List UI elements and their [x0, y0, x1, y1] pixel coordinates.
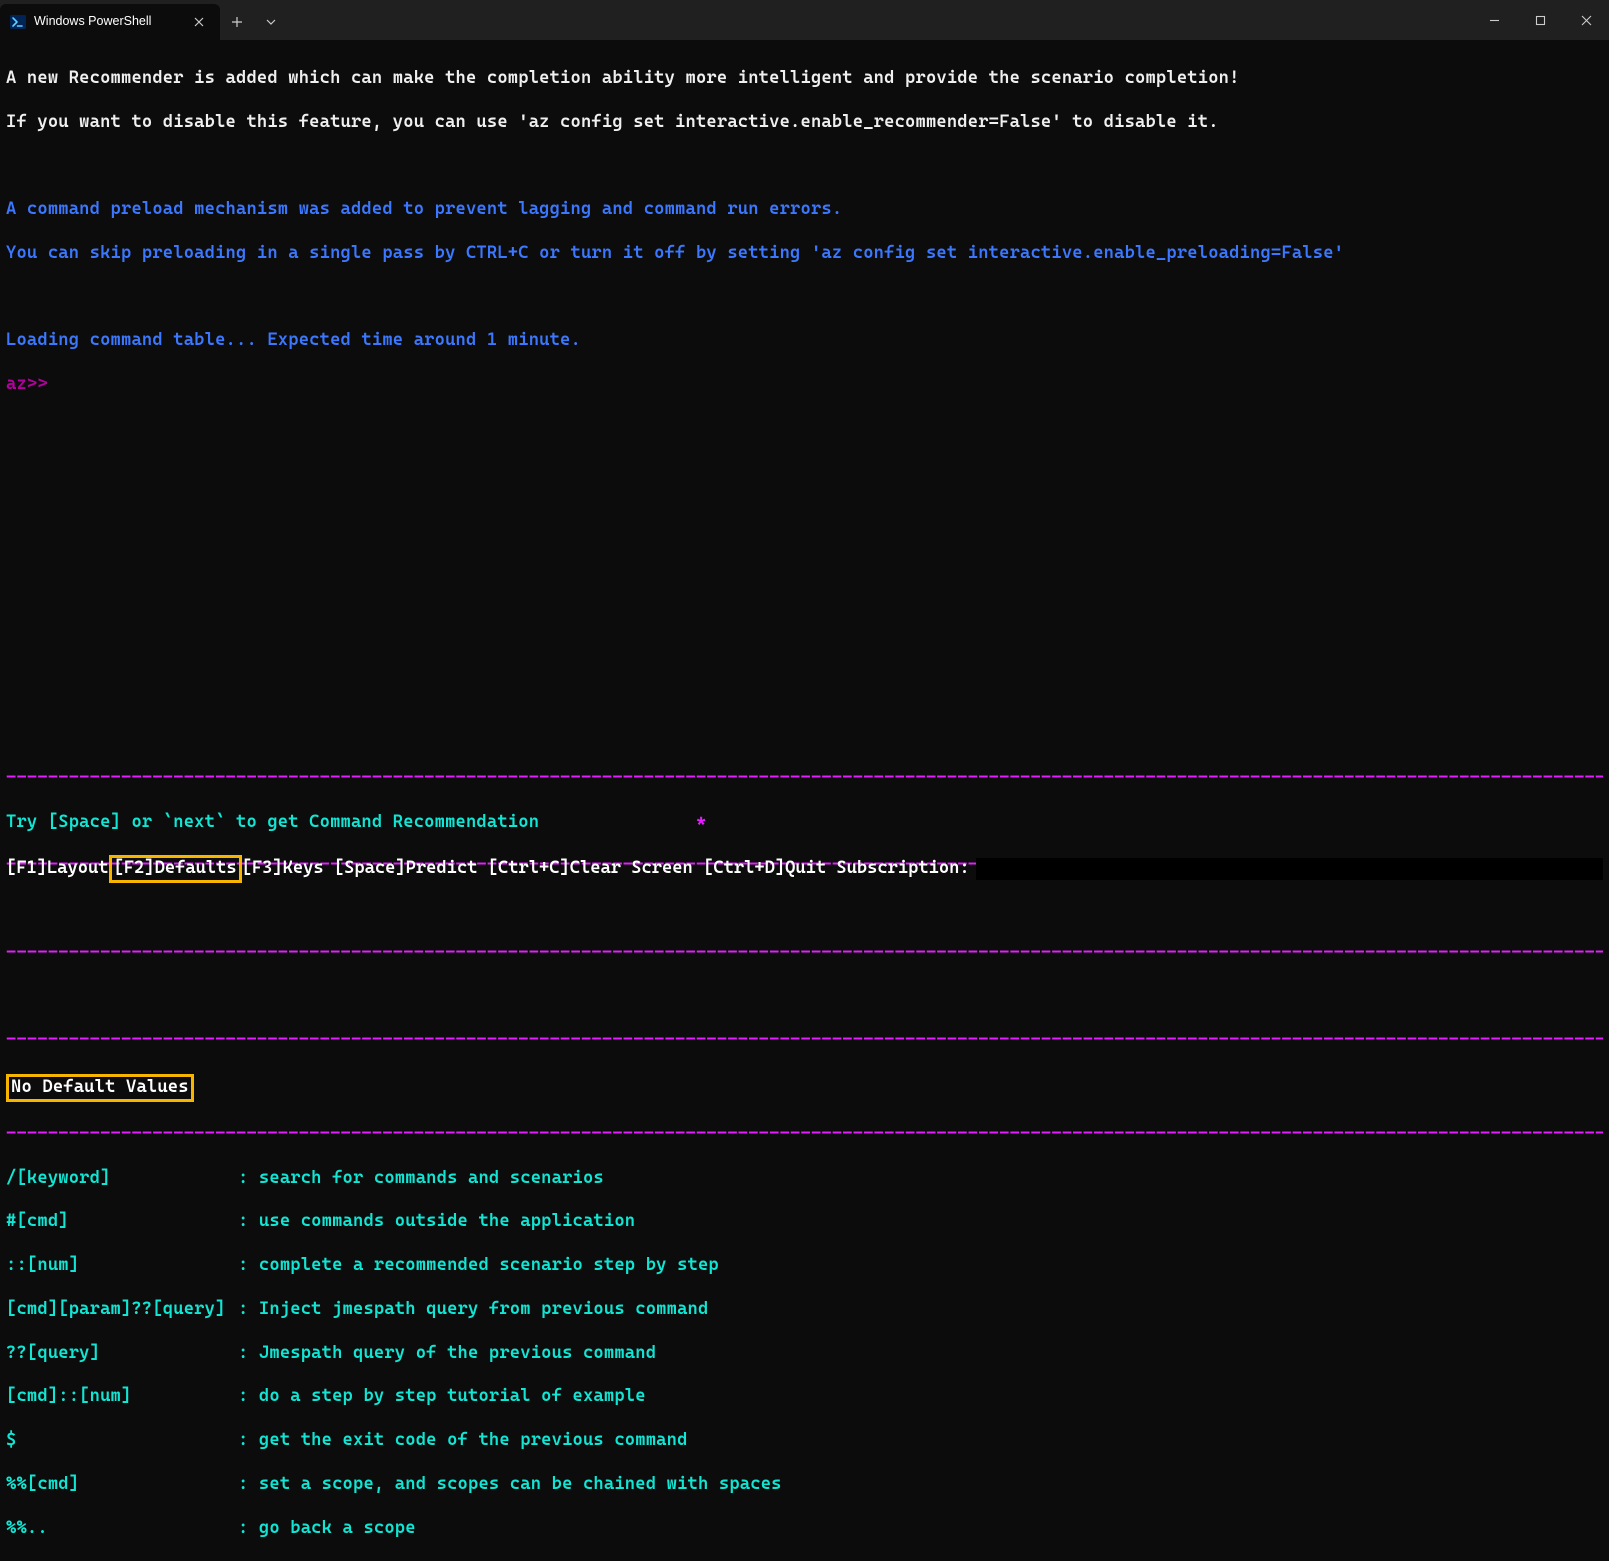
help-key: $: [6, 1430, 238, 1452]
help-key: ??[query]: [6, 1343, 238, 1365]
help-key: [cmd][param]??[query]: [6, 1299, 238, 1321]
help-row: $: get the exit code of the previous com…: [6, 1430, 1603, 1452]
help-row: #[cmd]: use commands outside the applica…: [6, 1211, 1603, 1233]
ctrl-c-clear[interactable]: [Ctrl+C]Clear Screen: [488, 858, 693, 880]
prompt: az>>: [6, 374, 1603, 396]
help-row: [cmd][param]??[query]: Inject jmespath q…: [6, 1299, 1603, 1321]
blank-line: [6, 155, 1603, 177]
tab-title: Windows PowerShell: [34, 14, 182, 30]
ctrl-d-quit[interactable]: [Ctrl+D]Quit: [703, 858, 826, 880]
output-line: If you want to disable this feature, you…: [6, 112, 1603, 134]
new-tab-button[interactable]: [220, 4, 254, 40]
window-controls: [1471, 0, 1609, 40]
separator: ----------------------------------------…: [6, 768, 1603, 790]
help-desc: : go back a scope: [238, 1518, 416, 1540]
blank-line: [6, 987, 1603, 1009]
blank-line: [6, 462, 1603, 484]
help-key: #[cmd]: [6, 1211, 238, 1233]
help-desc: : use commands outside the application: [238, 1211, 635, 1233]
tab-dropdown-button[interactable]: [254, 4, 288, 40]
help-row: ??[query]: Jmespath query of the previou…: [6, 1343, 1603, 1365]
f3-keys[interactable]: [F3]Keys: [242, 858, 324, 880]
help-key: ::[num]: [6, 1255, 238, 1277]
help-desc: : set a scope, and scopes can be chained…: [238, 1474, 782, 1496]
titlebar: Windows PowerShell: [0, 0, 1609, 40]
defaults-panel: No Default Values: [6, 1074, 1603, 1102]
help-row: %%[cmd]: set a scope, and scopes can be …: [6, 1474, 1603, 1496]
subscription-value: [976, 858, 1603, 880]
separator: ----------------------------------------…: [6, 1030, 1603, 1052]
help-key: %%[cmd]: [6, 1474, 238, 1496]
help-desc: : search for commands and scenarios: [238, 1168, 604, 1190]
blank-line: [6, 724, 1603, 746]
space-predict[interactable]: [Space]Predict: [334, 858, 478, 880]
hint-line: Try [Space] or `next` to get Command Rec…: [6, 812, 1603, 834]
output-line: You can skip preloading in a single pass…: [6, 243, 1603, 265]
help-desc: : complete a recommended scenario step b…: [238, 1255, 719, 1277]
help-key: %%..: [6, 1518, 238, 1540]
star-icon: *: [696, 812, 706, 832]
output-line: A command preload mechanism was added to…: [6, 199, 1603, 221]
blank-line: [6, 505, 1603, 527]
minimize-button[interactable]: [1471, 0, 1517, 40]
close-button[interactable]: [1563, 0, 1609, 40]
f2-defaults-highlight[interactable]: [F2]Defaults: [109, 855, 242, 883]
help-desc: : Jmespath query of the previous command: [238, 1343, 656, 1365]
no-default-values-highlight: No Default Values: [6, 1074, 194, 1102]
titlebar-drag-area[interactable]: [288, 0, 1471, 40]
output-line: Loading command table... Expected time a…: [6, 330, 1603, 352]
blank-line: [6, 549, 1603, 571]
subscription-label: Subscription:: [836, 858, 969, 880]
powershell-icon: [10, 14, 26, 30]
help-desc: : Inject jmespath query from previous co…: [238, 1299, 708, 1321]
tab-powershell[interactable]: Windows PowerShell: [0, 4, 220, 40]
hint-text: Try [Space] or `next` to get Command Rec…: [6, 812, 539, 832]
separator: ----------------------------------------…: [6, 943, 1603, 965]
help-row: [cmd]::[num]: do a step by step tutorial…: [6, 1386, 1603, 1408]
terminal-area[interactable]: A new Recommender is added which can mak…: [0, 40, 1609, 1561]
help-key: /[keyword]: [6, 1168, 238, 1190]
output-line: A new Recommender is added which can mak…: [6, 68, 1603, 90]
f1-layout[interactable]: [F1]Layout: [6, 858, 109, 880]
blank-line: [6, 899, 1603, 921]
blank-line: [6, 637, 1603, 659]
blank-line: [6, 593, 1603, 615]
function-key-bar: [F1]Layout [F2]Defaults [F3]Keys [Space]…: [6, 855, 1603, 883]
help-row: ::[num]: complete a recommended scenario…: [6, 1255, 1603, 1277]
blank-line: [6, 680, 1603, 702]
help-row: /[keyword]: search for commands and scen…: [6, 1168, 1603, 1190]
help-key: [cmd]::[num]: [6, 1386, 238, 1408]
maximize-button[interactable]: [1517, 0, 1563, 40]
help-row: %%..: go back a scope: [6, 1518, 1603, 1540]
tab-close-button[interactable]: [190, 13, 208, 31]
help-desc: : get the exit code of the previous comm…: [238, 1430, 688, 1452]
blank-line: [6, 418, 1603, 440]
blank-line: [6, 287, 1603, 309]
separator: ----------------------------------------…: [6, 1124, 1603, 1146]
help-desc: : do a step by step tutorial of example: [238, 1386, 646, 1408]
